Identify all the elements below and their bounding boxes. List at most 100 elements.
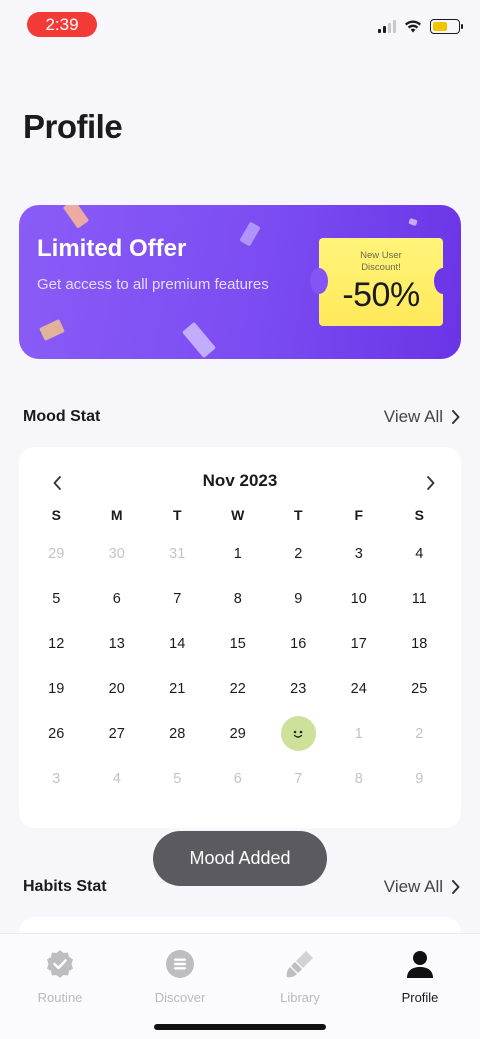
calendar-day[interactable]: 1 — [208, 531, 269, 576]
calendar-day[interactable]: 18 — [389, 621, 450, 666]
calendar-day[interactable]: 29 — [208, 711, 269, 756]
weekday-label: M — [110, 507, 123, 523]
ticket-discount: -50% — [342, 276, 420, 314]
calendar-week: 26 27 28 29 1 2 — [26, 711, 450, 756]
calendar-day: 4 — [112, 770, 121, 787]
chevron-left-icon — [53, 476, 61, 490]
confetti-decoration — [239, 221, 261, 247]
calendar-day[interactable]: 6 — [87, 576, 148, 621]
habits-stat-title: Habits Stat — [23, 878, 107, 895]
calendar-grid: S M T W T F S 29 30 31 1 2 3 4 5 6 7 8 9… — [26, 499, 450, 801]
cellular-signal-icon — [378, 20, 396, 33]
tab-discover[interactable]: Discover — [120, 946, 240, 1005]
calendar-day: 31 — [169, 545, 186, 562]
brush-icon — [286, 951, 313, 978]
offer-subtitle: Get access to all premium features — [37, 276, 269, 293]
calendar-day[interactable]: 14 — [147, 621, 208, 666]
calendar-day[interactable]: 11 — [389, 576, 450, 621]
calendar-day: 2 — [415, 725, 424, 742]
calendar-day[interactable]: 25 — [389, 666, 450, 711]
offer-title: Limited Offer — [37, 235, 187, 262]
view-all-label: View All — [383, 407, 443, 426]
calendar-day[interactable]: 8 — [208, 576, 269, 621]
confetti-decoration — [39, 319, 65, 341]
calendar-day[interactable]: 3 — [329, 531, 390, 576]
weekday-label: S — [414, 507, 424, 523]
weekday-label: T — [172, 507, 182, 523]
toast-message: Mood Added — [153, 831, 327, 886]
weekday-label: S — [51, 507, 61, 523]
calendar-day: 3 — [52, 770, 61, 787]
badge-check-icon — [47, 950, 73, 978]
calendar-day: 5 — [173, 770, 182, 787]
mood-calendar: Nov 2023 S M T W T F S 29 30 31 1 2 3 4 … — [19, 447, 461, 828]
chevron-right-icon — [452, 880, 460, 894]
view-all-label: View All — [383, 877, 443, 896]
tab-label: Profile — [401, 990, 439, 1005]
calendar-day: 9 — [415, 770, 424, 787]
calendar-day[interactable]: 7 — [147, 576, 208, 621]
calendar-day[interactable]: 9 — [268, 576, 329, 621]
calendar-week: 29 30 31 1 2 3 4 — [26, 531, 450, 576]
calendar-week: 3 4 5 6 7 8 9 — [26, 756, 450, 801]
calendar-day[interactable]: 22 — [208, 666, 269, 711]
calendar-week: 19 20 21 22 23 24 25 — [26, 666, 450, 711]
calendar-day[interactable]: 23 — [268, 666, 329, 711]
status-icons — [378, 19, 463, 34]
calendar-day[interactable]: 24 — [329, 666, 390, 711]
calendar-day[interactable]: 19 — [26, 666, 87, 711]
weekday-label: T — [293, 507, 303, 523]
mood-view-all-link[interactable]: View All — [384, 407, 460, 427]
ticket-caption: New User Discount! — [360, 250, 402, 273]
weekday-label: F — [354, 507, 364, 523]
confetti-decoration — [181, 321, 217, 359]
status-time: 2:39 — [27, 12, 97, 37]
confetti-decoration — [408, 217, 418, 227]
calendar-day[interactable]: 13 — [87, 621, 148, 666]
home-indicator — [154, 1024, 326, 1030]
calendar-day[interactable]: 27 — [87, 711, 148, 756]
calendar-week: 12 13 14 15 16 17 18 — [26, 621, 450, 666]
mood-stat-title: Mood Stat — [23, 408, 101, 425]
page-title: Profile — [23, 108, 123, 145]
calendar-day-mood[interactable] — [268, 711, 329, 756]
weekday-row: S M T W T F S — [26, 499, 450, 531]
calendar-day[interactable]: 28 — [147, 711, 208, 756]
tab-label: Library — [280, 990, 320, 1005]
calendar-day[interactable]: 17 — [329, 621, 390, 666]
calendar-day[interactable]: 4 — [389, 531, 450, 576]
calendar-day: 8 — [354, 770, 363, 787]
chevron-right-icon — [426, 476, 434, 490]
user-icon — [407, 951, 433, 978]
calendar-day: 1 — [354, 725, 363, 742]
tab-routine[interactable]: Routine — [0, 946, 120, 1005]
calendar-day[interactable]: 20 — [87, 666, 148, 711]
smiley-mood-icon — [280, 716, 316, 751]
calendar-day[interactable]: 2 — [268, 531, 329, 576]
tab-profile[interactable]: Profile — [360, 946, 480, 1005]
battery-icon — [430, 19, 463, 34]
chevron-right-icon — [452, 410, 460, 424]
list-circle-icon — [166, 950, 194, 978]
tab-library[interactable]: Library — [240, 946, 360, 1005]
calendar-day: 29 — [48, 545, 65, 562]
habits-view-all-link[interactable]: View All — [384, 877, 460, 897]
next-month-button[interactable] — [418, 471, 442, 495]
tab-label: Discover — [154, 990, 206, 1005]
discount-ticket: New User Discount! -50% — [310, 238, 452, 326]
calendar-day[interactable]: 12 — [26, 621, 87, 666]
calendar-day[interactable]: 16 — [268, 621, 329, 666]
confetti-decoration — [62, 205, 90, 229]
wifi-icon — [405, 20, 421, 33]
calendar-day: 30 — [108, 545, 125, 562]
tab-label: Routine — [37, 990, 83, 1005]
prev-month-button[interactable] — [45, 471, 69, 495]
calendar-day[interactable]: 15 — [208, 621, 269, 666]
calendar-day: 6 — [233, 770, 242, 787]
calendar-day[interactable]: 26 — [26, 711, 87, 756]
calendar-day[interactable]: 21 — [147, 666, 208, 711]
limited-offer-banner[interactable]: Limited Offer Get access to all premium … — [19, 205, 461, 359]
calendar-day[interactable]: 5 — [26, 576, 87, 621]
calendar-day[interactable]: 10 — [329, 576, 390, 621]
calendar-month: Nov 2023 — [202, 471, 278, 490]
